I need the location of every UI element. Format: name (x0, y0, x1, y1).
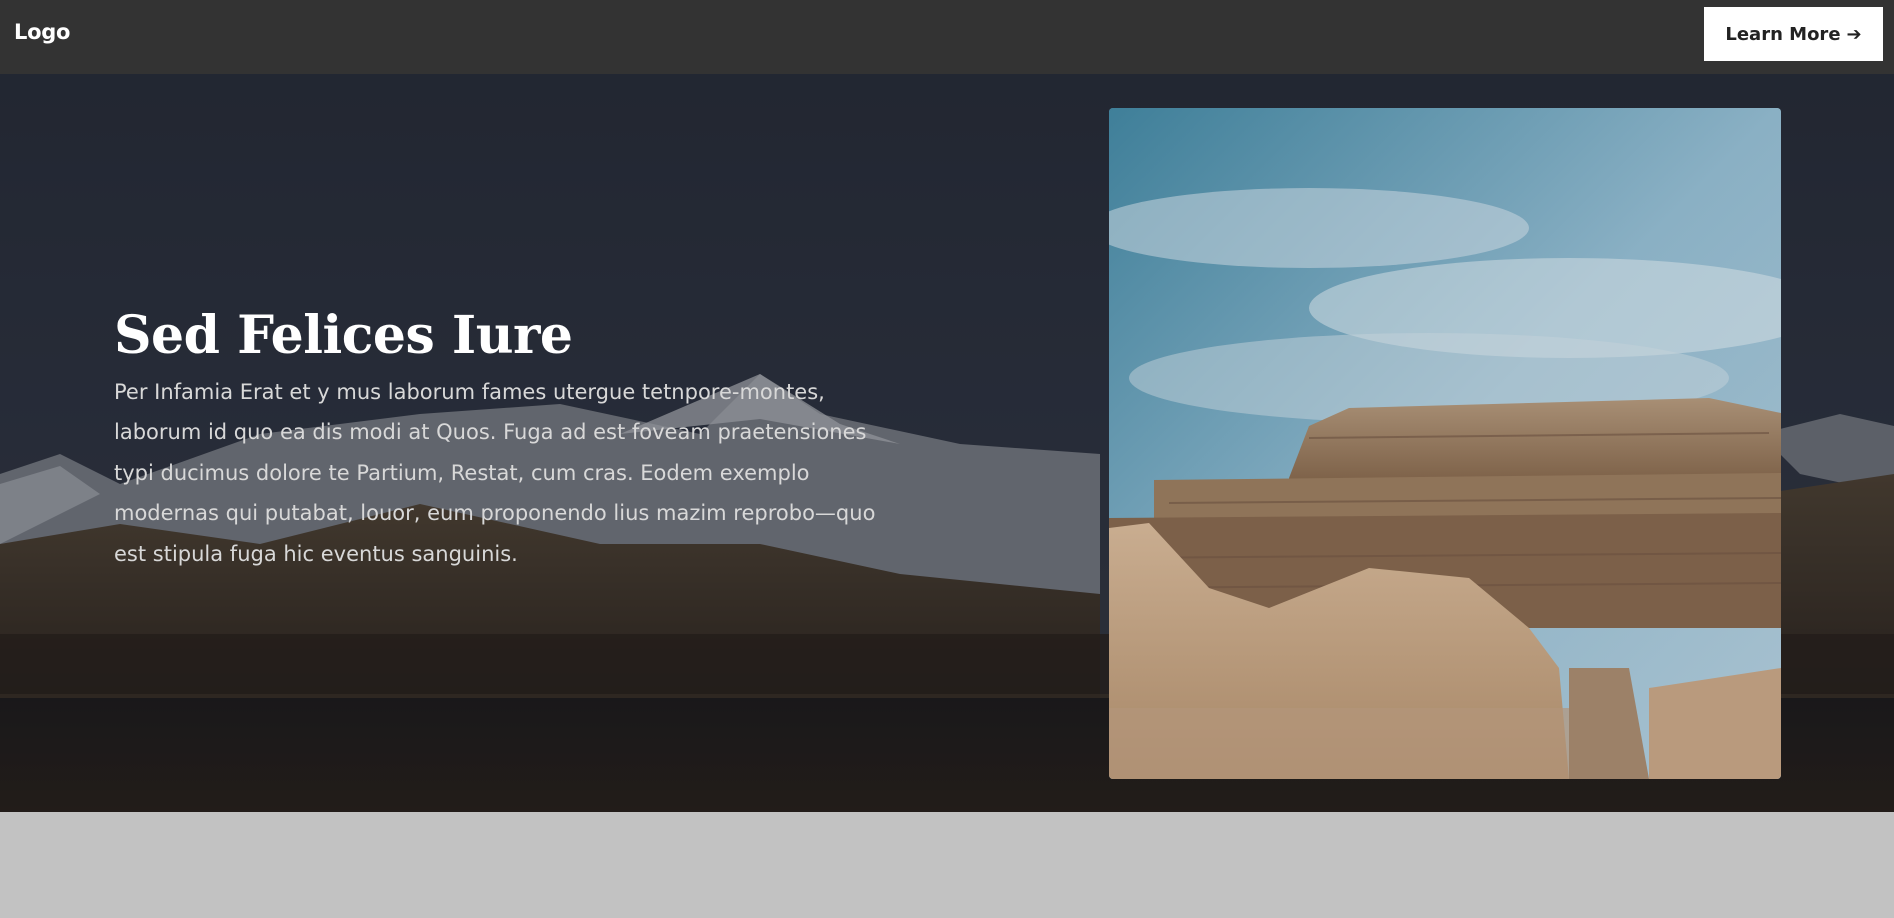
hero-feature-image (1109, 108, 1781, 779)
top-navbar: Logo Learn More ➔ (0, 0, 1894, 74)
hero-section: Sed Felices Iure Per Infamia Erat et y m… (0, 74, 1894, 812)
hero-text-block: Sed Felices Iure Per Infamia Erat et y m… (114, 306, 894, 574)
arrow-right-icon: ➔ (1846, 23, 1862, 45)
ziggurat-image (1109, 108, 1781, 779)
learn-more-label: Learn More (1725, 23, 1841, 45)
learn-more-button[interactable]: Learn More ➔ (1704, 7, 1883, 61)
footer-band (0, 812, 1894, 918)
logo[interactable]: Logo (14, 20, 70, 44)
hero-body-text: Per Infamia Erat et y mus laborum fames … (114, 379, 876, 566)
hero-title: Sed Felices Iure (114, 305, 573, 366)
